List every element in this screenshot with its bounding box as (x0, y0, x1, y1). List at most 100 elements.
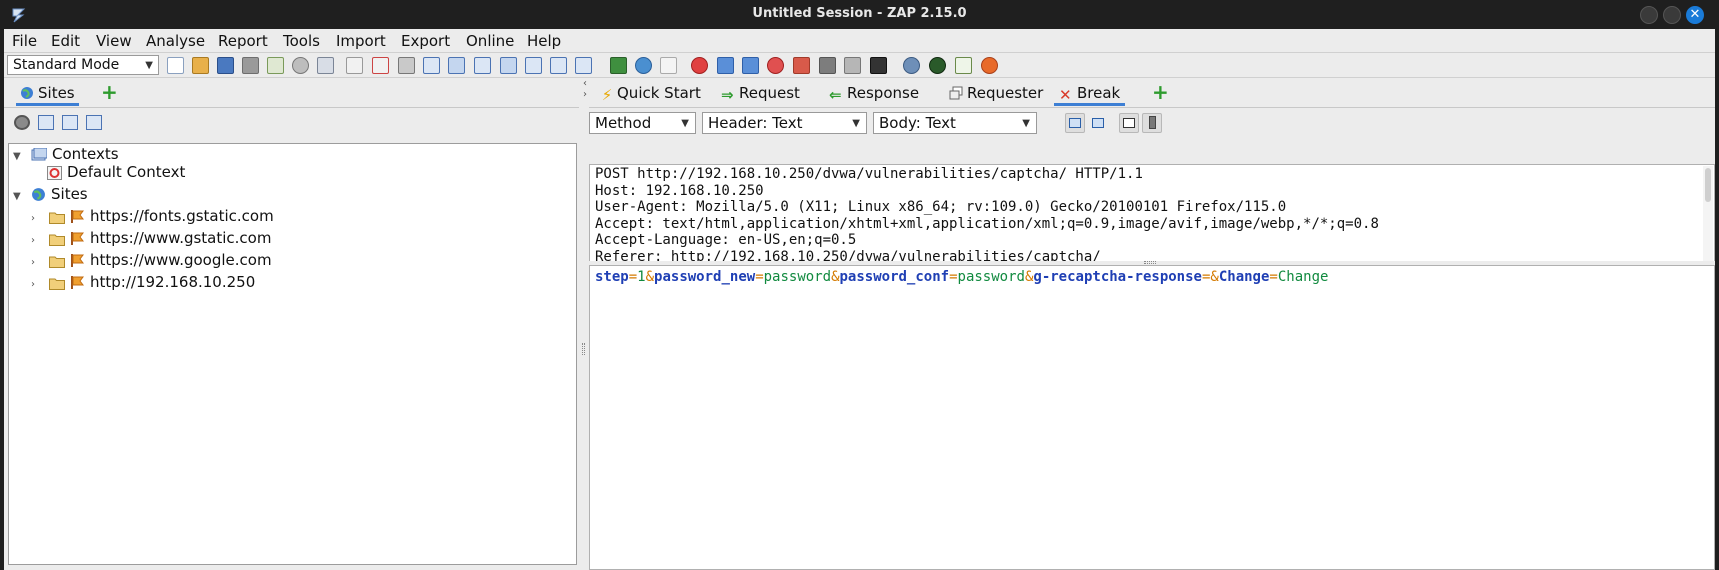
layout-split-icon[interactable] (575, 57, 592, 74)
menu-import[interactable]: Import (336, 32, 386, 50)
tab-response-label: Response (847, 84, 920, 102)
menu-bar: File Edit View Analyse Report Tools Impo… (4, 29, 1715, 53)
snapshot-icon[interactable] (242, 57, 259, 74)
menu-help[interactable]: Help (527, 32, 561, 50)
close-button[interactable]: ✕ (1686, 6, 1704, 24)
bottom-panel-button[interactable] (1142, 113, 1162, 133)
menu-file[interactable]: File (12, 32, 37, 50)
tree-node-site[interactable]: › http://192.168.10.250 (31, 272, 255, 292)
terminal-icon[interactable] (870, 57, 887, 74)
zap-window: Untitled Session - ZAP 2.15.0 ✕ File Edi… (0, 0, 1719, 570)
export-context-icon[interactable] (86, 115, 102, 130)
header-line: Host: 192.168.10.250 (595, 182, 764, 199)
layout-horizontal-icon[interactable] (448, 57, 465, 74)
tab-requester[interactable]: Requester (945, 82, 1047, 106)
layout-vertical-icon[interactable] (474, 57, 491, 74)
chevron-right-icon[interactable]: › (31, 231, 43, 251)
chevron-down-icon[interactable]: ▼ (13, 147, 25, 167)
chevron-right-icon[interactable]: › (31, 275, 43, 295)
tab-break[interactable]: ✕ Break (1054, 82, 1126, 106)
chevron-down-icon[interactable]: ▼ (13, 187, 25, 207)
flag-icon (70, 253, 85, 273)
drop-icon[interactable] (767, 57, 784, 74)
splitter-grip[interactable] (1144, 261, 1156, 264)
tree-node-site[interactable]: › https://www.gstatic.com (31, 228, 271, 248)
break-toggle-icon[interactable] (691, 57, 708, 74)
add-tab-icon[interactable]: + (1152, 82, 1169, 102)
split-vertical-icon (1092, 118, 1104, 128)
scrollbar-thumb[interactable] (1705, 168, 1711, 202)
layout-side-icon[interactable] (525, 57, 542, 74)
site-label: https://fonts.gstatic.com (90, 207, 274, 225)
header-line: POST http://192.168.10.250/dvwa/vulnerab… (595, 166, 1143, 182)
scope-target-icon[interactable] (14, 115, 30, 130)
body-view-select[interactable]: Body: Text ▼ (873, 112, 1037, 134)
zest-icon[interactable] (844, 57, 861, 74)
split-vertical-button[interactable] (1088, 113, 1108, 133)
chevron-right-icon[interactable]: › (31, 253, 43, 273)
tree-node-site[interactable]: › https://fonts.gstatic.com (31, 206, 274, 226)
menu-view[interactable]: View (96, 32, 132, 50)
tree-node-contexts[interactable]: ▼ Contexts (13, 144, 119, 164)
notes-icon[interactable] (955, 57, 972, 74)
method-select[interactable]: Method ▼ (589, 112, 696, 134)
layout-tabs-icon[interactable] (500, 57, 517, 74)
request-header-editor[interactable]: POST http://192.168.10.250/dvwa/vulnerab… (589, 164, 1715, 262)
options-icon[interactable] (292, 57, 309, 74)
tree-node-default-context[interactable]: Default Context (47, 162, 185, 182)
menu-tools[interactable]: Tools (283, 32, 320, 50)
save-session-icon[interactable] (217, 57, 234, 74)
open-session-icon[interactable] (192, 57, 209, 74)
new-session-icon[interactable] (167, 57, 184, 74)
add-context-icon[interactable] (346, 57, 363, 74)
menu-edit[interactable]: Edit (51, 32, 80, 50)
mode-select[interactable]: Standard Mode ▼ (7, 55, 159, 75)
filter-icon[interactable] (793, 57, 810, 74)
firefox-icon[interactable] (981, 57, 998, 74)
console-icon[interactable] (819, 57, 836, 74)
export-icon[interactable] (317, 57, 334, 74)
workspace-panel: ‹ › ⚡ Quick Start ⇒ Request ⇐ Response Reque… (583, 78, 1715, 570)
scan-policy-icon[interactable] (660, 57, 677, 74)
context-select-icon[interactable] (398, 57, 415, 74)
maximize-button[interactable] (1663, 6, 1681, 24)
step-icon[interactable] (717, 57, 734, 74)
menu-report[interactable]: Report (218, 32, 268, 50)
layout-bottom-icon[interactable] (550, 57, 567, 74)
tree-node-site[interactable]: › https://www.google.com (31, 250, 272, 270)
layout-full-icon[interactable] (423, 57, 440, 74)
header-view-select[interactable]: Header: Text ▼ (702, 112, 867, 134)
request-body-editor[interactable]: step=1&password_new=password&password_co… (589, 265, 1715, 570)
tab-quick-start[interactable]: ⚡ Quick Start (597, 82, 705, 106)
minimize-button[interactable] (1640, 6, 1658, 24)
tab-response[interactable]: ⇐ Response (825, 82, 923, 106)
menu-analyse[interactable]: Analyse (146, 32, 205, 50)
split-horizontal-button[interactable] (1065, 113, 1085, 133)
session-properties-icon[interactable] (267, 57, 284, 74)
splitter-grip[interactable] (582, 343, 585, 355)
site-label: https://www.google.com (90, 251, 272, 269)
tree-node-sites[interactable]: ▼ Sites (13, 184, 88, 204)
chevron-right-icon[interactable]: › (31, 209, 43, 229)
tab-request[interactable]: ⇒ Request (717, 82, 804, 106)
vertical-splitter[interactable] (579, 78, 589, 570)
tab-quick-start-label: Quick Start (617, 84, 701, 102)
new-context-icon[interactable] (38, 115, 54, 130)
header-scrollbar[interactable] (1703, 166, 1713, 261)
menu-export[interactable]: Export (401, 32, 450, 50)
menu-online[interactable]: Online (466, 32, 514, 50)
import-context-icon[interactable] (62, 115, 78, 130)
tab-sites[interactable]: Sites (16, 82, 79, 106)
add-tab-icon[interactable]: + (101, 82, 118, 102)
tab-scroll-arrows[interactable]: ‹ › (583, 78, 587, 100)
check-updates-icon[interactable] (635, 57, 652, 74)
remove-context-icon[interactable] (372, 57, 389, 74)
chevron-down-icon: ▼ (852, 118, 860, 129)
continue-icon[interactable] (742, 57, 759, 74)
hud-icon[interactable] (903, 57, 920, 74)
fit-view-button[interactable] (1119, 113, 1139, 133)
param-key: g-recaptcha-response (1033, 269, 1202, 285)
manage-addons-icon[interactable] (610, 57, 627, 74)
body-text: step=1&password_new=password&password_co… (595, 269, 1329, 285)
record-icon[interactable] (929, 57, 946, 74)
